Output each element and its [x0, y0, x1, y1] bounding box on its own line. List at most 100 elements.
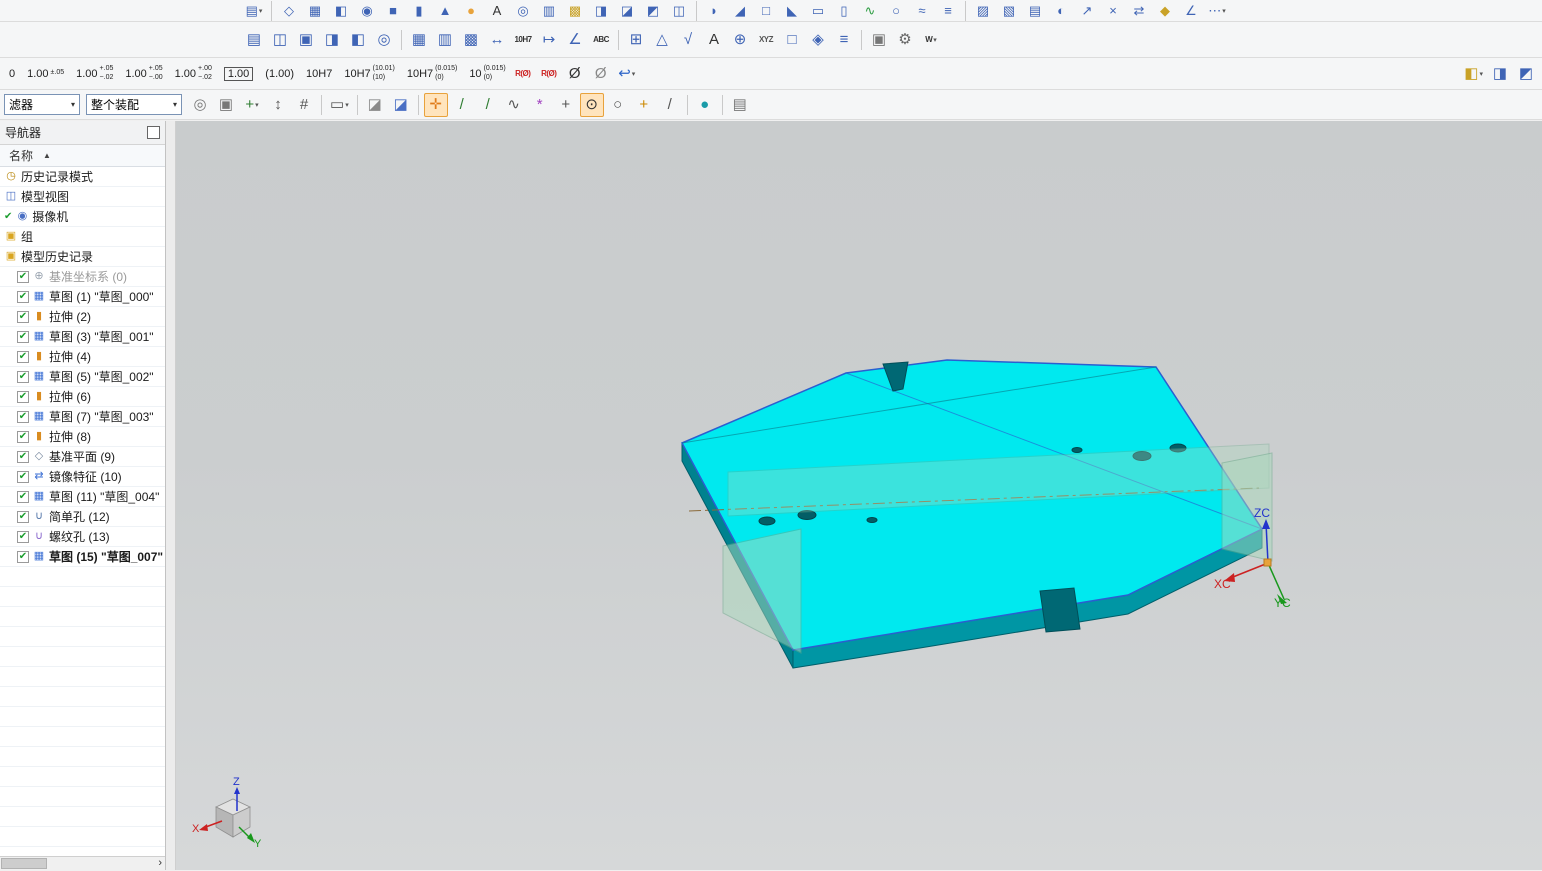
general-object-filter-icon[interactable]: ◪: [363, 93, 387, 117]
dropdown-arrow-icon[interactable]: ▾: [1222, 7, 1226, 15]
draft-icon[interactable]: ◣: [780, 0, 804, 23]
swept-icon[interactable]: ∿: [858, 0, 882, 23]
tree-item-threaded-hole-13[interactable]: ✔∪螺纹孔 (13): [0, 527, 165, 547]
snap-point-enable-icon[interactable]: ✛: [424, 93, 448, 117]
dropdown-arrow-icon[interactable]: ▾: [1479, 70, 1483, 78]
mirror-feature-icon[interactable]: ◨: [589, 0, 613, 23]
tree-item-model-history[interactable]: ▣模型历史记录: [0, 247, 165, 267]
feature-checkbox[interactable]: ✔: [17, 431, 29, 443]
snap-midpoint-icon[interactable]: /: [476, 93, 500, 117]
tree-item-sketch-5[interactable]: ✔▦草图 (5) "草图_002": [0, 367, 165, 387]
selection-scope-combo[interactable]: 整个装配 ▾: [86, 94, 182, 115]
move-face-icon[interactable]: ↗: [1075, 0, 1099, 23]
surface-finish-icon[interactable]: √: [676, 28, 700, 52]
tree-item-mirror-feature-10[interactable]: ✔⇄镜像特征 (10): [0, 467, 165, 487]
shell-icon[interactable]: □: [754, 0, 778, 23]
tol-reference-button[interactable]: (1.00): [260, 66, 299, 82]
feature-checkbox[interactable]: ✔: [17, 451, 29, 463]
no-diameter-symbol-icon[interactable]: Ø: [589, 62, 613, 86]
hole[interactable]: [1072, 448, 1082, 453]
undo-icon[interactable]: ↩▾: [615, 62, 639, 86]
parts-list-icon[interactable]: ▥: [433, 28, 457, 52]
dropdown-arrow-icon[interactable]: ▾: [933, 36, 937, 44]
ordinate-dimension-icon[interactable]: ↦: [537, 28, 561, 52]
through-curves-icon[interactable]: ≈: [910, 0, 934, 23]
extrude-icon[interactable]: ◧: [329, 0, 353, 23]
tube-icon[interactable]: ○: [884, 0, 908, 23]
datum-plane-left[interactable]: [723, 529, 801, 653]
sew-icon[interactable]: ▤: [1023, 0, 1047, 23]
target-point-icon[interactable]: ⊕: [728, 28, 752, 52]
cylinder-icon[interactable]: ▮: [407, 0, 431, 23]
feature-checkbox[interactable]: ✔: [17, 511, 29, 523]
snap-control-point-icon[interactable]: ∿: [502, 93, 526, 117]
tree-item-extrude-4[interactable]: ✔▮拉伸 (4): [0, 347, 165, 367]
synchronous-modeling-icon[interactable]: ◆: [1153, 0, 1177, 23]
tol-lower-button[interactable]: 1.00+.00−.02: [170, 63, 217, 83]
tree-item-sketch-15[interactable]: ✔▦草图 (15) "草图_007": [0, 547, 165, 567]
add-to-selection-icon[interactable]: +▾: [240, 93, 264, 117]
solid-body-filter-icon[interactable]: ◪: [389, 93, 413, 117]
tol-fit-button[interactable]: 10H7: [301, 66, 337, 82]
tol-upper-button[interactable]: 1.00+.05−.00: [120, 63, 167, 83]
dropdown-arrow-icon[interactable]: ▾: [345, 101, 349, 109]
tree-item-cameras[interactable]: ✔◉摄像机: [0, 207, 165, 227]
subtract-icon[interactable]: ◩: [641, 0, 665, 23]
show-constraints-icon[interactable]: #: [292, 93, 316, 117]
sort-ascending-icon[interactable]: ▲: [43, 151, 51, 160]
rapid-dimension-icon[interactable]: ↔: [485, 28, 509, 52]
open-in-window-icon[interactable]: ▣: [214, 93, 238, 117]
feature-checkbox[interactable]: ✔: [17, 531, 29, 543]
view-wizard-icon[interactable]: ◫: [268, 28, 292, 52]
text-style-icon[interactable]: A: [702, 28, 726, 52]
edit-annotation-icon[interactable]: ≡: [832, 28, 856, 52]
scroll-right-button[interactable]: ›: [158, 857, 162, 870]
chamfer-icon[interactable]: ◢: [728, 0, 752, 23]
measure-icon[interactable]: ∠: [1179, 0, 1203, 23]
clipboard-icon[interactable]: ▤: [728, 93, 752, 117]
radius-to-center-icon[interactable]: R(Ø): [537, 62, 561, 86]
delete-face-icon[interactable]: ×: [1101, 0, 1125, 23]
tree-item-groups[interactable]: ▣组: [0, 227, 165, 247]
tree-item-history-mode[interactable]: ◷历史记录模式: [0, 167, 165, 187]
selection-filter-combo[interactable]: 滤器 ▾: [4, 94, 80, 115]
horizontal-scrollbar[interactable]: ›: [0, 856, 165, 870]
dropdown-arrow-icon[interactable]: ▾: [632, 70, 636, 78]
hole[interactable]: [759, 517, 775, 525]
scrollbar-thumb[interactable]: [1, 858, 47, 869]
feature-checkbox[interactable]: ✔: [17, 311, 29, 323]
image-icon[interactable]: ▣: [867, 28, 891, 52]
feature-control-frame-icon[interactable]: ⊞: [624, 28, 648, 52]
datum-feature-icon[interactable]: △: [650, 28, 674, 52]
tree-item-simple-hole-12[interactable]: ✔∪简单孔 (12): [0, 507, 165, 527]
replace-face-icon[interactable]: ⇄: [1127, 0, 1151, 23]
rectangle-select-icon[interactable]: ▭▾: [327, 93, 352, 117]
sphere-icon[interactable]: ●: [459, 0, 483, 23]
new-component-icon[interactable]: ▤▾: [242, 0, 266, 23]
offset-surface-icon[interactable]: ▨: [971, 0, 995, 23]
block-icon[interactable]: ■: [381, 0, 405, 23]
coordinate-note-icon[interactable]: XYZ: [754, 28, 778, 52]
view-triad[interactable]: Z X Y: [192, 776, 262, 850]
tree-item-sketch-1[interactable]: ✔▦草图 (1) "草图_000": [0, 287, 165, 307]
bottom-slot[interactable]: [1040, 588, 1080, 632]
cone-icon[interactable]: ▲: [433, 0, 457, 23]
snap-sphere-icon[interactable]: ●: [693, 93, 717, 117]
move-object-icon[interactable]: ↕: [266, 93, 290, 117]
revolve-icon[interactable]: ◉: [355, 0, 379, 23]
note-icon[interactable]: ABC: [589, 28, 613, 52]
projected-view-icon[interactable]: ◨: [320, 28, 344, 52]
intersect-icon[interactable]: ◫: [667, 0, 691, 23]
edge-blend-icon[interactable]: ◗: [702, 0, 726, 23]
radius-dimension-icon[interactable]: R(Ø): [511, 62, 535, 86]
panel-window-button[interactable]: [147, 126, 160, 139]
angular-dimension-icon[interactable]: ∠: [563, 28, 587, 52]
snap-tangent-icon[interactable]: /: [658, 93, 682, 117]
feature-checkbox[interactable]: ✔: [17, 391, 29, 403]
snap-arc-center-icon[interactable]: ⊙: [580, 93, 604, 117]
work-section-cube-icon[interactable]: ◧▾: [1461, 62, 1486, 86]
feature-checkbox[interactable]: ✔: [17, 331, 29, 343]
weld-symbol-icon[interactable]: W▾: [919, 28, 943, 52]
ruled-surface-icon[interactable]: ≡: [936, 0, 960, 23]
feature-checkbox[interactable]: ✔: [17, 491, 29, 503]
